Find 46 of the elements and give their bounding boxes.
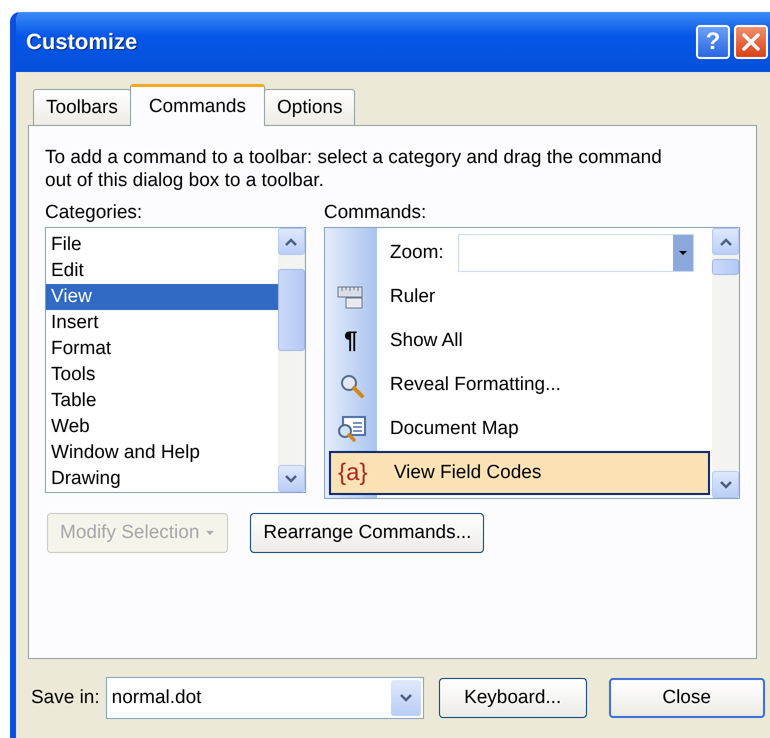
dialog-button[interactable]: Close <box>608 678 765 718</box>
chevron-down-icon <box>284 474 298 484</box>
command-item[interactable]: Show All <box>390 330 463 352</box>
command-item[interactable]: Ruler <box>390 286 436 308</box>
chevron-up-icon <box>284 236 298 246</box>
category-item[interactable]: Drawing <box>46 466 278 492</box>
scroll-thumb[interactable] <box>712 259 739 275</box>
zoom-combo-field[interactable] <box>458 234 694 272</box>
instructions-text: To add a command to a toolbar: select a category and drag the command out of this dialog box to a toolbar. <box>45 146 663 192</box>
chevron-down-icon <box>398 693 413 703</box>
category-item[interactable]: Web <box>46 414 278 440</box>
command-item[interactable]: Zoom: <box>390 242 444 264</box>
scrollbar[interactable] <box>712 228 739 498</box>
scroll-down-button[interactable] <box>278 465 305 492</box>
category-item[interactable]: Window and Help <box>46 440 278 466</box>
category-item[interactable]: Table <box>46 388 278 414</box>
command-item[interactable]: Document Map <box>390 418 519 440</box>
command-item[interactable]: View Field Codes <box>394 462 542 484</box>
categories-label: Categories: <box>45 201 144 225</box>
category-item[interactable]: Tools <box>46 362 278 388</box>
save-in-dropdown[interactable]: normal.dot <box>106 677 424 719</box>
scroll-up-button[interactable] <box>278 228 305 255</box>
dialog-button[interactable]: Keyboard... <box>438 678 587 718</box>
save-in-label: Save in: <box>31 686 100 710</box>
scroll-up-button[interactable] <box>712 228 739 255</box>
command-icon: ¶ <box>344 327 358 355</box>
chevron-down-icon <box>718 480 732 490</box>
category-item[interactable]: Insert <box>46 310 278 336</box>
category-item[interactable]: Edit <box>46 258 278 284</box>
command-icon: {a} <box>338 459 368 487</box>
command-item[interactable]: Reveal Formatting... <box>390 374 561 396</box>
category-item[interactable]: View <box>46 284 278 310</box>
scroll-thumb[interactable] <box>278 269 305 351</box>
tab[interactable]: Options <box>264 89 356 125</box>
category-item[interactable]: Format <box>46 336 278 362</box>
commands-label: Commands: <box>324 201 428 225</box>
tab[interactable]: Commands <box>130 84 265 126</box>
close-icon <box>740 31 762 53</box>
window-title: Customize <box>26 29 138 55</box>
scroll-down-button[interactable] <box>712 471 739 498</box>
category-item[interactable]: File <box>46 232 278 258</box>
scrollbar[interactable] <box>278 228 305 492</box>
action-button[interactable]: Rearrange Commands... <box>250 513 484 553</box>
chevron-up-icon <box>718 236 732 246</box>
tab[interactable]: Toolbars <box>33 89 131 125</box>
close-button[interactable] <box>734 25 768 59</box>
